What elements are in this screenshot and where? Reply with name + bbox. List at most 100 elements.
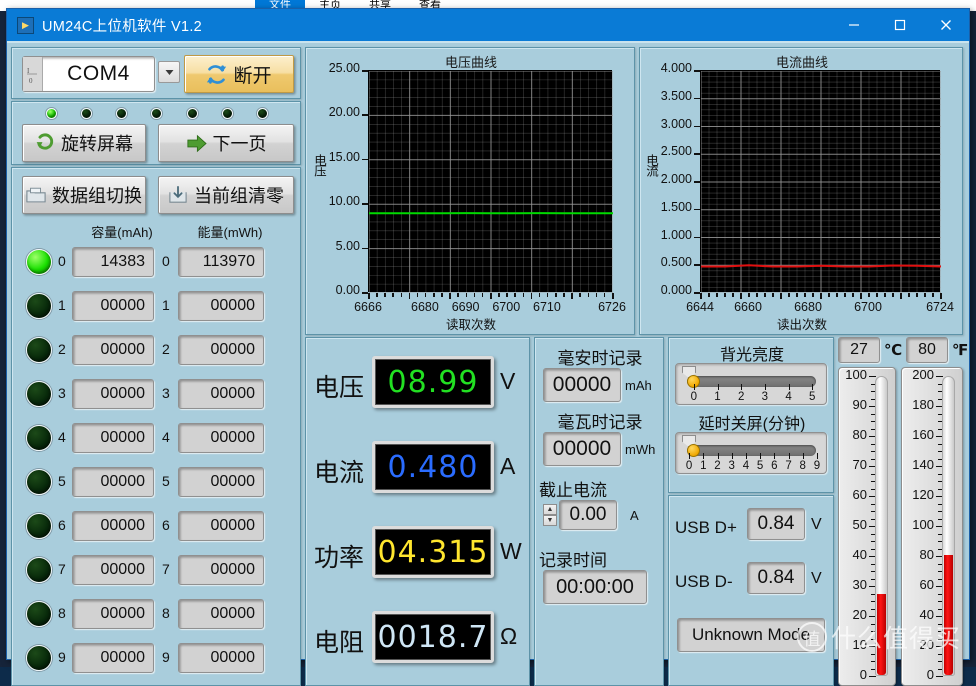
group-energy-value[interactable]: 00000 [178,511,264,541]
x-tick-mark [555,293,557,297]
cutoff-current-stepper[interactable]: ▲ ▼ 0.00 [543,500,617,530]
y-tick-label: 15.00 [312,150,360,164]
status-led-5 [222,108,233,119]
backlight-slider-track[interactable] [687,376,816,387]
clear-group-label: 当前组清零 [194,182,284,208]
window-controls[interactable] [831,9,969,41]
sleep-slider-track[interactable] [687,445,816,456]
backlight-label: 背光亮度 [669,341,835,365]
disconnect-button[interactable]: 断开 [184,55,294,93]
group-capacity-value[interactable]: 00000 [72,643,154,673]
thermometer-scale-label: 160 [904,427,934,442]
sleep-timer-slider[interactable]: 0123456789 [675,432,827,474]
x-tick-mark [401,293,403,297]
com-port-value: COM4 [43,62,154,86]
group-capacity-value[interactable]: 00000 [72,511,154,541]
mah-record-value[interactable]: 00000 [543,368,621,402]
application-window: ▶ UM24C上位机软件 V1.2 [6,8,970,660]
group-energy-value[interactable]: 00000 [178,335,264,365]
status-led-row [12,108,302,119]
group-energy-value[interactable]: 00000 [178,599,264,629]
slider-tick-label: 1 [696,460,710,472]
current-plot-area[interactable] [700,70,940,292]
group-capacity-value[interactable]: 00000 [72,467,154,497]
voltage-chart-panel: 电压曲线 电压 25.0020.0015.0010.005.000.00 666… [305,47,635,335]
com-port-selector[interactable]: I 0 COM4 [22,56,155,92]
readout-value: 0018.7 [372,611,494,663]
slider-tick-label: 0 [682,391,706,403]
spinner-down-icon[interactable]: ▼ [543,515,557,526]
usb-panel: USB D+ 0.84 V USB D- 0.84 V Unknown Mode [668,495,834,686]
x-tick-mark [482,293,484,297]
group-led-1 [26,293,52,319]
group-index-energy: 8 [162,605,170,621]
cutoff-current-value[interactable]: 0.00 [559,500,617,530]
x-tick-mark [940,293,942,299]
group-capacity-value[interactable]: 00000 [72,599,154,629]
switch-group-button[interactable]: 数据组切换 [22,176,146,214]
backlight-slider[interactable]: 012345 [675,363,827,405]
x-tick-mark [433,293,435,297]
rotate-screen-button[interactable]: 旋转屏幕 [22,124,146,162]
group-capacity-value[interactable]: 00000 [72,379,154,409]
window-titlebar[interactable]: ▶ UM24C上位机软件 V1.2 [7,9,969,41]
minimize-button[interactable] [831,9,877,41]
slider-tick-label: 4 [739,460,753,472]
slider-tick-label: 3 [753,391,777,403]
rotate-icon [35,133,55,153]
next-page-button[interactable]: 下一页 [158,124,294,162]
group-led-0 [26,249,52,275]
y-tick-label: 3.500 [644,89,692,103]
readout-unit: A [500,453,515,480]
series-line [701,265,941,266]
group-led-8 [26,601,52,627]
status-led-2 [116,108,127,119]
thermometer-scale-label: 50 [841,517,867,532]
display-settings-panel: 背光亮度 012345 延时关屏(分钟) 0123456789 [668,337,834,493]
x-tick-mark [852,293,854,297]
group-capacity-value[interactable]: 00000 [72,291,154,321]
table-row: 500000500000 [12,460,302,504]
x-tick-mark [376,293,378,297]
group-energy-value[interactable]: 00000 [178,379,264,409]
slider-tick-label: 7 [781,460,795,472]
usb-dminus-label: USB D- [675,572,733,592]
fahrenheit-thermometer: 200180160140120100806040200 [901,367,963,686]
folder-icon [26,187,46,204]
x-tick-label: 6666 [344,300,392,314]
svg-text:0: 0 [29,77,33,84]
voltage-plot-area[interactable] [368,70,612,292]
x-tick-mark [571,293,573,299]
chevron-down-icon[interactable] [158,61,180,83]
group-energy-value[interactable]: 00000 [178,291,264,321]
screen-control-panel: 旋转屏幕 下一页 [11,101,301,165]
readout-label: 电流 [314,453,364,489]
group-capacity-value[interactable]: 00000 [72,335,154,365]
readout-value: 08.99 [372,356,494,408]
celsius-unit: ℃ [884,341,902,359]
group-energy-value[interactable]: 00000 [178,423,264,453]
group-energy-value[interactable]: 113970 [178,247,264,277]
x-tick-mark [732,293,734,297]
thermometer-scale-label: 180 [904,397,934,412]
maximize-button[interactable] [877,9,923,41]
group-capacity-value[interactable]: 00000 [72,423,154,453]
clear-group-button[interactable]: 当前组清零 [158,176,294,214]
cutoff-spinner[interactable]: ▲ ▼ [543,504,557,526]
table-row: 400000400000 [12,416,302,460]
x-tick-mark [756,293,758,297]
group-capacity-value[interactable]: 14383 [72,247,154,277]
close-button[interactable] [923,9,969,41]
readout-row-1: 电流0.480A [306,435,531,505]
usb-dplus-value: 0.84 [747,508,805,540]
current-chart-panel: 电流曲线 电流 4.0003.5003.0002.5002.0001.5001.… [639,47,963,335]
group-energy-value[interactable]: 00000 [178,555,264,585]
spinner-up-icon[interactable]: ▲ [543,504,557,515]
mwh-record-label: 毫瓦时记录 [535,408,665,433]
group-capacity-value[interactable]: 00000 [72,555,154,585]
group-led-3 [26,381,52,407]
group-energy-value[interactable]: 00000 [178,643,264,673]
group-energy-value[interactable]: 00000 [178,467,264,497]
mwh-record-value[interactable]: 00000 [543,432,621,466]
refresh-icon [206,64,227,85]
